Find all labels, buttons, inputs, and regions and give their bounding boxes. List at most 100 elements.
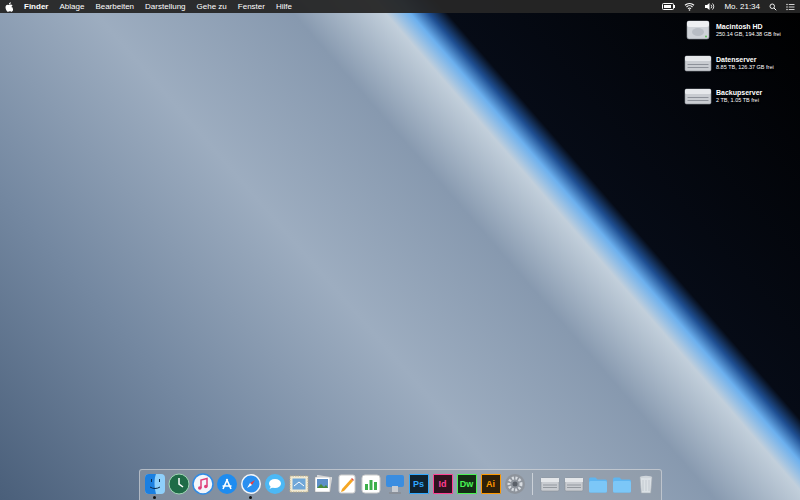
dock-item-body [384,473,406,495]
spotlight-icon[interactable] [769,3,777,11]
dock-item-body [312,473,334,495]
desktop-icon[interactable]: Datenserver8.85 TB, 126.37 GB frei [684,52,781,74]
running-indicator [465,496,468,499]
apple-icon[interactable] [5,2,13,12]
itunes-icon[interactable] [192,473,214,495]
clock[interactable]: Mo. 21:34 [724,0,760,13]
server-icon[interactable] [563,473,585,495]
dock-item-body [539,473,561,495]
drive-name: Datenserver [716,55,774,64]
folder-icon[interactable] [611,473,633,495]
dock-item[interactable]: Dw [456,473,478,495]
dock-item[interactable] [587,473,609,495]
dock-item-body [144,473,166,495]
dock-item[interactable] [504,473,526,495]
dock-item-body [288,473,310,495]
dock-item-body [264,473,286,495]
adobe-app-label: Id [439,479,447,489]
dock-item-body [635,473,657,495]
dock-item[interactable] [312,473,334,495]
keynote-icon[interactable] [384,473,406,495]
mail-icon[interactable] [288,473,310,495]
desktop: Macintosh HD250.14 GB, 194.38 GB frei Dat… [0,13,800,469]
finder-icon[interactable] [144,473,166,495]
menu-item[interactable]: Hilfe [276,0,292,13]
dock-item[interactable] [336,473,358,495]
running-indicator [249,496,252,499]
appstore-icon[interactable] [216,473,238,495]
running-indicator [441,496,444,499]
menu-item[interactable]: Darstellung [145,0,185,13]
dock-item[interactable] [216,473,238,495]
battery-fill [664,5,671,8]
wifi-icon[interactable] [684,2,695,11]
running-indicator [273,496,276,499]
sysprefs-icon[interactable] [504,473,526,495]
trash-icon[interactable] [635,473,657,495]
drive-name: Macintosh HD [716,22,781,31]
dock-item[interactable]: Ai [480,473,502,495]
drive-info: 8.85 TB, 126.37 GB frei [716,64,774,71]
dock-item[interactable] [264,473,286,495]
running-indicator [393,496,396,499]
adobe-app-icon[interactable]: Ps [409,474,429,494]
dock-item-body [336,473,358,495]
numbers-icon[interactable] [360,473,382,495]
running-indicator [513,496,516,499]
dock-item[interactable] [192,473,214,495]
desktop-icon[interactable]: Backupserver2 TB, 1.05 TB frei [684,85,781,107]
running-indicator [489,496,492,499]
notification-list-icon[interactable] [786,3,795,11]
hard-drive-icon[interactable] [684,19,712,41]
timemachine-icon[interactable] [168,473,190,495]
dock-item[interactable] [563,473,585,495]
menu-item[interactable]: Ablage [59,0,84,13]
running-indicator [321,496,324,499]
adobe-app-icon[interactable]: Dw [457,474,477,494]
desktop-icon-label: Backupserver2 TB, 1.05 TB frei [716,88,762,104]
server-icon[interactable] [539,473,561,495]
dock-item[interactable] [240,473,262,495]
running-indicator [345,496,348,499]
safari-icon[interactable] [240,473,262,495]
dock-item-body: Id [432,473,454,495]
running-indicator [369,496,372,499]
app-menu[interactable]: Finder [24,0,48,13]
menu-item[interactable]: Fenster [238,0,265,13]
adobe-app-label: Ps [413,479,424,489]
battery-icon[interactable] [662,3,676,10]
desktop-icon[interactable]: Macintosh HD250.14 GB, 194.38 GB frei [684,19,781,41]
dock-item-body [611,473,633,495]
drive-name: Backupserver [716,88,762,97]
dock-item[interactable] [635,473,657,495]
volume-icon[interactable] [704,2,715,11]
preview-icon[interactable] [312,473,334,495]
dock-item[interactable] [144,473,166,495]
folder-icon[interactable] [587,473,609,495]
dock-item[interactable]: Ps [408,473,430,495]
dock-item[interactable] [611,473,633,495]
menu-item[interactable]: Bearbeiten [95,0,134,13]
menu-item[interactable]: Gehe zu [197,0,227,13]
dock-item[interactable] [168,473,190,495]
dock-item[interactable] [288,473,310,495]
server-icon[interactable] [684,85,712,107]
dock-item-body [192,473,214,495]
adobe-app-icon[interactable]: Id [433,474,453,494]
server-icon[interactable] [684,52,712,74]
messages-icon[interactable] [264,473,286,495]
dock-item-body [587,473,609,495]
running-indicator [417,496,420,499]
dock-item[interactable] [539,473,561,495]
running-indicator [153,496,156,499]
dock-item-body: Ps [408,473,430,495]
drive-info: 250.14 GB, 194.38 GB frei [716,31,781,38]
dock-item[interactable] [384,473,406,495]
adobe-app-icon[interactable]: Ai [481,474,501,494]
adobe-app-label: Ai [486,479,495,489]
menu-bar: Finder Ablage Bearbeiten Darstellung Gehe zu… [0,0,800,13]
dock-item[interactable] [360,473,382,495]
pages-icon[interactable] [336,473,358,495]
dock-item-body [504,473,526,495]
dock-item[interactable]: Id [432,473,454,495]
